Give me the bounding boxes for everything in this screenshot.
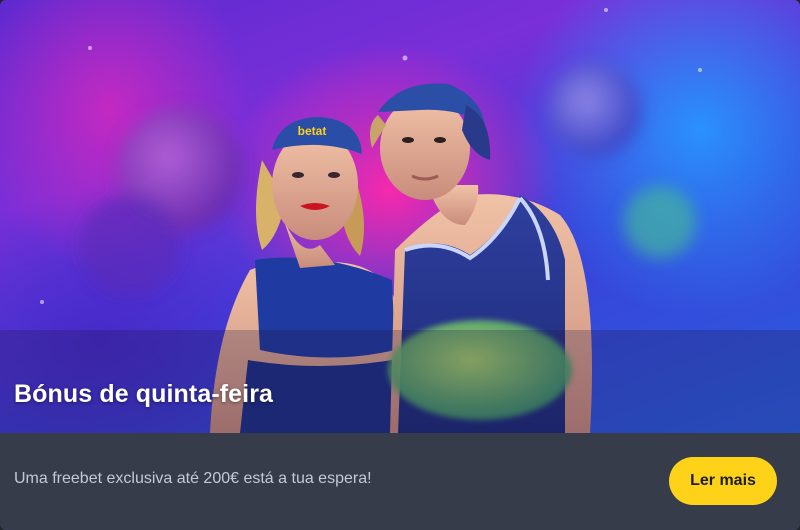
read-more-button[interactable]: Ler mais	[669, 457, 777, 505]
promo-title: Bónus de quinta-feira	[14, 380, 274, 408]
promo-card[interactable]: betat Bónus de quinta-feira Uma freebet …	[0, 0, 800, 530]
promo-illustration: betat	[0, 8, 800, 433]
cap-logo: betat	[298, 124, 327, 138]
promo-banner-image: betat Bónus de quinta-feira	[0, 0, 800, 433]
promo-description: Uma freebet exclusiva até 200€ está a tu…	[14, 470, 372, 487]
